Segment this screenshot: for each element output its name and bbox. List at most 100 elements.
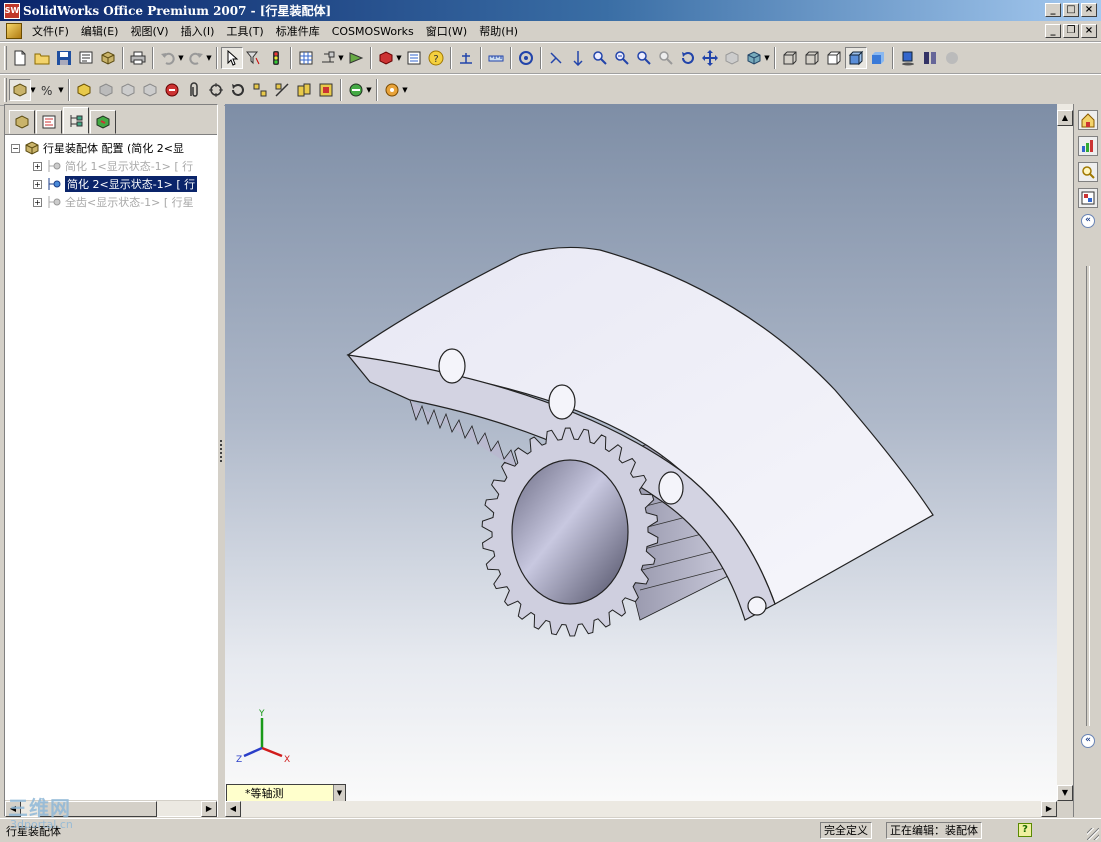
edit-component-button[interactable]: [117, 79, 139, 101]
drawing-from-part-button[interactable]: [75, 47, 97, 69]
shaded-with-edges-button[interactable]: [845, 47, 867, 69]
hide-show-components-button[interactable]: [73, 79, 95, 101]
scroll-right-icon[interactable]: ▶: [1041, 801, 1057, 817]
task-pane-collapse-icon[interactable]: «: [1081, 214, 1095, 228]
task-pane-home-button[interactable]: [1078, 110, 1098, 130]
rebuild-button[interactable]: [265, 47, 287, 69]
expand-toggle-icon[interactable]: +: [33, 179, 42, 189]
close-button[interactable]: ×: [1081, 3, 1097, 17]
scroll-down-icon[interactable]: ▼: [1057, 785, 1073, 801]
properties-button[interactable]: [403, 47, 425, 69]
quick-tips-icon[interactable]: ?: [1018, 823, 1032, 837]
scroll-right-icon[interactable]: ▶: [201, 801, 217, 817]
snap-button[interactable]: [317, 47, 339, 69]
task-pane-resources-button[interactable]: [1078, 136, 1098, 156]
tab-configuration-manager[interactable]: [63, 107, 89, 134]
scroll-up-icon[interactable]: ▲: [1057, 110, 1073, 126]
help-button[interactable]: ?: [425, 47, 447, 69]
insert-components-button[interactable]: [9, 79, 31, 101]
exploded-view-button[interactable]: [249, 79, 271, 101]
view-orientation-select[interactable]: *等轴测 ▼: [226, 784, 346, 802]
features-button[interactable]: [315, 79, 337, 101]
open-button[interactable]: [31, 47, 53, 69]
shadows-button[interactable]: [897, 47, 919, 69]
menu-toolbox[interactable]: 标准件库: [270, 23, 326, 39]
task-pane-search-button[interactable]: [1078, 162, 1098, 182]
smart-fasteners-button[interactable]: %: [37, 79, 59, 101]
menu-cosmosworks[interactable]: COSMOSWorks: [326, 25, 420, 38]
menu-help[interactable]: 帮助(H): [473, 23, 524, 39]
rotate-view-button[interactable]: [677, 47, 699, 69]
assembly-from-part-button[interactable]: [97, 47, 119, 69]
zoom-to-fit-button[interactable]: [567, 47, 589, 69]
shaded-button[interactable]: [867, 47, 889, 69]
task-pane-library-button[interactable]: [1078, 188, 1098, 208]
expand-toggle-icon[interactable]: +: [33, 161, 42, 171]
options-button[interactable]: [295, 47, 317, 69]
hidden-lines-removed-button[interactable]: [823, 47, 845, 69]
expand-toggle-icon[interactable]: +: [33, 197, 42, 207]
paperclip-button[interactable]: [183, 79, 205, 101]
tree-item-config-1[interactable]: + 简化 1<显示状态-1> [ 行: [5, 157, 217, 175]
explode-line-sketch-button[interactable]: [271, 79, 293, 101]
hidden-lines-visible-button[interactable]: [801, 47, 823, 69]
maximize-button[interactable]: □: [1063, 3, 1079, 17]
doc-restore-button[interactable]: ❐: [1063, 24, 1079, 38]
redo-button[interactable]: [185, 47, 207, 69]
standard-views-button[interactable]: [743, 47, 765, 69]
menu-file[interactable]: 文件(F): [26, 23, 75, 39]
menu-edit[interactable]: 编辑(E): [75, 23, 125, 39]
graphics-area[interactable]: Y X Z: [225, 104, 1057, 801]
menu-tools[interactable]: 工具(T): [220, 23, 269, 39]
zoom-selection-button[interactable]: [633, 47, 655, 69]
save-button[interactable]: [53, 47, 75, 69]
rotate-components-button[interactable]: [227, 79, 249, 101]
assembly-features-button[interactable]: [345, 79, 367, 101]
realview-button[interactable]: [919, 47, 941, 69]
change-suppression-button[interactable]: [95, 79, 117, 101]
viewport-vertical-scrollbar[interactable]: ▲ ▼: [1057, 104, 1073, 801]
measure-button[interactable]: [485, 47, 507, 69]
menu-window[interactable]: 窗口(W): [420, 23, 473, 39]
planetary-gear-model[interactable]: [225, 104, 1057, 801]
minimize-button[interactable]: _: [1045, 3, 1061, 17]
assembly-doc-icon[interactable]: [6, 23, 22, 39]
insert-component-button[interactable]: [375, 47, 397, 69]
zoom-in-out-button[interactable]: [611, 47, 633, 69]
task-pane-expand-icon[interactable]: «: [1081, 734, 1095, 748]
3d-drawing-view-button[interactable]: [721, 47, 743, 69]
collapse-toggle-icon[interactable]: −: [11, 143, 20, 153]
wireframe-button[interactable]: [779, 47, 801, 69]
tab-property-manager[interactable]: [36, 110, 62, 134]
menu-insert[interactable]: 插入(I): [175, 23, 221, 39]
previous-view-button[interactable]: [655, 47, 677, 69]
select-button[interactable]: [221, 47, 243, 69]
splitter-grip[interactable]: [220, 440, 223, 462]
pan-button[interactable]: [699, 47, 721, 69]
resize-grip[interactable]: [1087, 828, 1099, 840]
doc-minimize-button[interactable]: _: [1045, 24, 1061, 38]
mass-properties-button[interactable]: [515, 47, 537, 69]
doc-close-button[interactable]: ×: [1081, 24, 1097, 38]
view-orientation-button[interactable]: [545, 47, 567, 69]
print-button[interactable]: [127, 47, 149, 69]
menu-view[interactable]: 视图(V): [124, 23, 174, 39]
interference-detection-button[interactable]: [293, 79, 315, 101]
tree-item-config-2[interactable]: + 简化 2<显示状态-1> [ 行: [5, 175, 217, 193]
move-component-button[interactable]: [345, 47, 367, 69]
tab-feature-manager[interactable]: [9, 110, 35, 134]
tree-root[interactable]: − 行星装配体 配置 (简化 2<显: [5, 139, 217, 157]
scroll-left-icon[interactable]: ◀: [225, 801, 241, 817]
tree-item-config-3[interactable]: + 全齿<显示状态-1> [ 行星: [5, 193, 217, 211]
tab-display-manager[interactable]: [90, 110, 116, 134]
no-external-references-button[interactable]: [139, 79, 161, 101]
select-filter-button[interactable]: [243, 47, 265, 69]
zoom-area-button[interactable]: [589, 47, 611, 69]
chevron-down-icon[interactable]: ▼: [333, 785, 345, 801]
move-components-button[interactable]: [205, 79, 227, 101]
photoworks-button[interactable]: [941, 47, 963, 69]
new-button[interactable]: [9, 47, 31, 69]
mate-components-button[interactable]: [161, 79, 183, 101]
toolbar-grip[interactable]: [4, 78, 7, 102]
toolbar-grip[interactable]: [4, 46, 7, 70]
